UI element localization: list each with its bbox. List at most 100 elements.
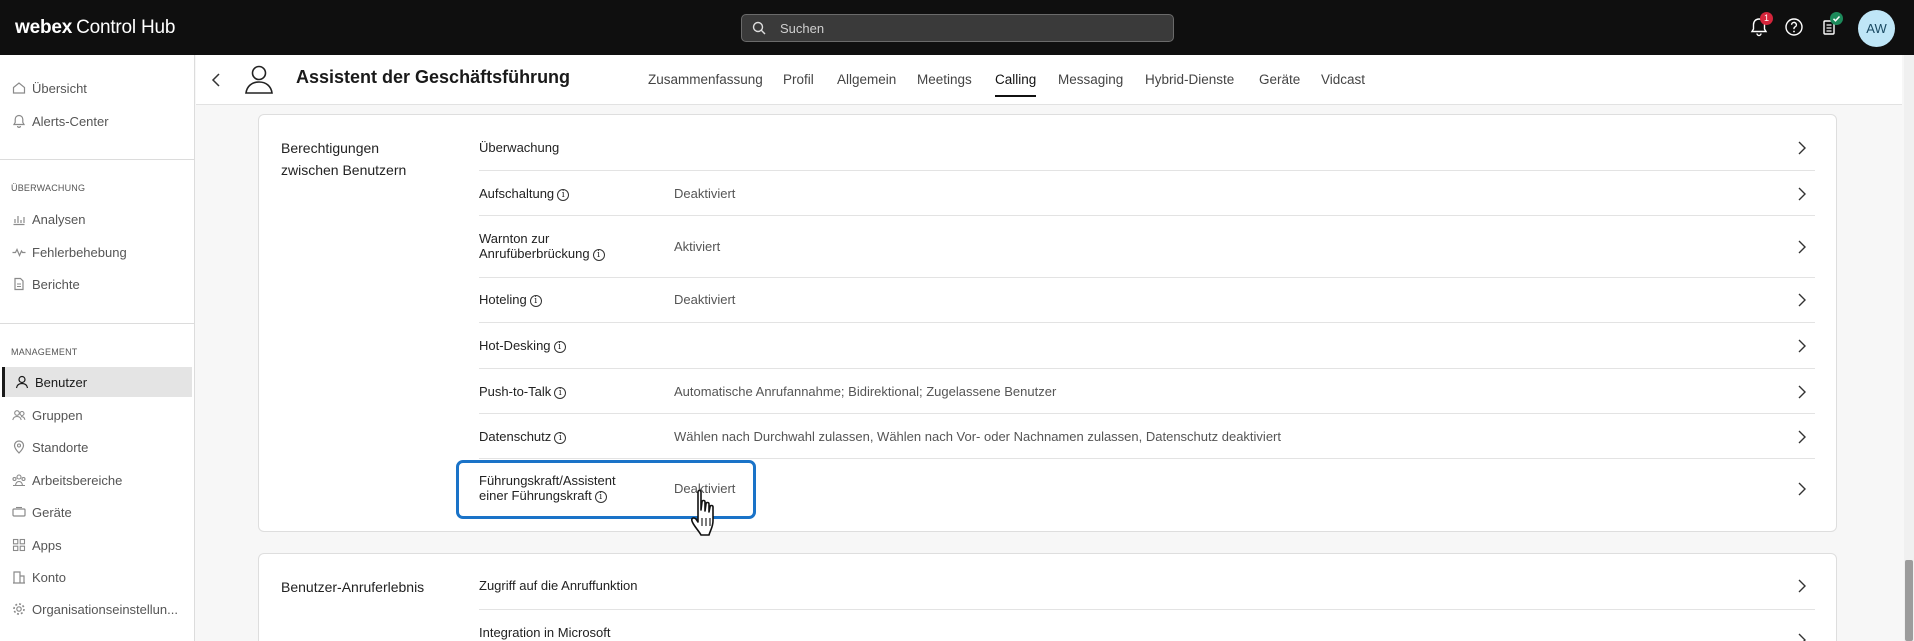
tab-general[interactable]: Allgemein bbox=[837, 72, 896, 87]
sidebar: Übersicht Alerts-Center ÜBERWACHUNG Anal… bbox=[0, 55, 195, 641]
card-title: Benutzer-Anruferlebnis bbox=[281, 579, 425, 595]
sidebar-item-label: Organisationseinstellun... bbox=[32, 602, 178, 617]
row-label: Führungskraft/Assistent einer Führungskr… bbox=[479, 473, 616, 503]
sidebar-item-alerts-center[interactable]: Alerts-Center bbox=[0, 106, 190, 136]
chart-icon bbox=[13, 216, 25, 226]
sidebar-item-overview[interactable]: Übersicht bbox=[0, 73, 190, 103]
info-icon[interactable]: i bbox=[529, 295, 542, 307]
row-value: Wählen nach Durchwahl zulassen, Wählen n… bbox=[674, 429, 1281, 444]
chevron-right-icon bbox=[1798, 579, 1806, 593]
sidebar-item-label: Fehlerbehebung bbox=[32, 245, 127, 260]
tab-hybrid-services[interactable]: Hybrid-Dienste bbox=[1145, 72, 1234, 87]
user-icon bbox=[15, 375, 29, 389]
tab-summary[interactable]: Zusammenfassung bbox=[648, 72, 763, 87]
search-box[interactable] bbox=[741, 14, 1174, 42]
check-icon bbox=[1832, 15, 1841, 22]
sidebar-item-account[interactable]: Konto bbox=[0, 562, 190, 592]
settings-row-hot-desking[interactable]: Hot-Desking i bbox=[479, 323, 1815, 369]
card-title: Berechtigungen zwischen Benutzern bbox=[281, 140, 407, 178]
settings-row-push-to-talk[interactable]: Push-to-Talk i Automatische Anrufannahme;… bbox=[479, 369, 1815, 414]
row-value: Deaktiviert bbox=[674, 186, 736, 201]
sidebar-item-apps[interactable]: Apps bbox=[0, 530, 190, 560]
sidebar-item-locations[interactable]: Standorte bbox=[0, 432, 190, 462]
row-label: Aufschaltung i bbox=[479, 186, 570, 201]
info-icon[interactable]: i bbox=[557, 189, 570, 201]
chevron-right-icon bbox=[1798, 293, 1806, 307]
user-avatar-icon bbox=[245, 65, 273, 94]
user-avatar[interactable]: AW bbox=[1858, 10, 1895, 47]
help-icon[interactable] bbox=[1783, 16, 1805, 38]
sidebar-item-devices[interactable]: Geräte bbox=[0, 497, 190, 527]
chevron-right-icon bbox=[1798, 385, 1806, 399]
settings-row-privacy[interactable]: Datenschutz i Wählen nach Durchwahl zulas… bbox=[479, 414, 1815, 459]
settings-row-microsoft-integration[interactable]: Integration in Microsoft bbox=[479, 610, 1815, 641]
tab-messaging[interactable]: Messaging bbox=[1058, 72, 1123, 87]
row-label: Datenschutz i bbox=[479, 429, 567, 444]
info-icon[interactable]: i bbox=[594, 491, 607, 503]
sidebar-item-label: Alerts-Center bbox=[32, 114, 109, 129]
document-icon bbox=[14, 277, 24, 291]
hand-pointer-icon bbox=[691, 489, 714, 536]
chevron-right-icon bbox=[1798, 141, 1806, 155]
page-title: Assistent der Geschäftsführung bbox=[296, 67, 571, 87]
tab-vidcast[interactable]: Vidcast bbox=[1321, 72, 1365, 87]
bell-icon bbox=[12, 114, 26, 128]
location-icon bbox=[13, 440, 25, 454]
settings-row-hoteling[interactable]: Hoteling i Deaktiviert bbox=[479, 278, 1815, 323]
settings-row-executive-assistant[interactable]: Führungskraft/Assistent einer Führungskr… bbox=[479, 459, 1815, 521]
sidebar-item-users[interactable]: Benutzer bbox=[2, 367, 192, 397]
device-icon bbox=[12, 506, 26, 517]
page-scrollbar[interactable] bbox=[1904, 55, 1914, 641]
workspace-icon bbox=[12, 474, 26, 487]
search-input[interactable] bbox=[780, 18, 1160, 38]
row-value: Aktiviert bbox=[674, 239, 721, 254]
row-label: Überwachung bbox=[479, 140, 560, 155]
sidebar-item-reports[interactable]: Berichte bbox=[0, 269, 190, 299]
chevron-right-icon bbox=[1798, 187, 1806, 201]
tab-calling[interactable]: Calling bbox=[995, 72, 1037, 97]
sidebar-item-analytics[interactable]: Analysen bbox=[0, 204, 190, 234]
info-icon[interactable]: i bbox=[554, 387, 567, 399]
scrollbar-thumb[interactable] bbox=[1905, 560, 1913, 641]
chevron-right-icon bbox=[1798, 482, 1806, 496]
sidebar-item-groups[interactable]: Gruppen bbox=[0, 400, 190, 430]
sidebar-divider bbox=[0, 159, 195, 160]
sidebar-item-org-settings[interactable]: Organisationseinstellun... bbox=[0, 594, 190, 624]
row-value: Automatische Anrufannahme; Bidirektional… bbox=[674, 384, 1057, 399]
sidebar-item-label: Übersicht bbox=[32, 81, 87, 96]
gear-icon bbox=[13, 603, 25, 615]
row-label: Warnton zur Anrufüberbrückung i bbox=[479, 231, 619, 261]
chevron-right-icon bbox=[1798, 430, 1806, 444]
sidebar-item-workspaces[interactable]: Arbeitsbereiche bbox=[0, 465, 190, 495]
tab-devices[interactable]: Geräte bbox=[1259, 72, 1300, 87]
sidebar-item-label: Benutzer bbox=[35, 375, 88, 390]
row-value: Deaktiviert bbox=[674, 292, 736, 307]
top-bar: webexControl Hub 1 AW bbox=[0, 0, 1914, 55]
back-chevron-icon[interactable] bbox=[210, 71, 222, 89]
row-label: Integration in Microsoft bbox=[479, 625, 611, 640]
tab-meetings[interactable]: Meetings bbox=[917, 72, 972, 87]
info-icon[interactable]: i bbox=[554, 432, 567, 444]
sidebar-item-troubleshooting[interactable]: Fehlerbehebung bbox=[0, 237, 190, 267]
caller-experience-card: Benutzer-Anruferlebnis Zugriff auf die A… bbox=[258, 553, 1837, 641]
brand-logo[interactable]: webex Control Hub bbox=[15, 17, 175, 39]
chevron-right-icon bbox=[1798, 240, 1806, 254]
group-icon bbox=[12, 410, 26, 421]
sidebar-section-monitoring: ÜBERWACHUNG bbox=[11, 183, 86, 193]
sidebar-item-label: Konto bbox=[32, 570, 66, 585]
search-icon bbox=[752, 21, 766, 35]
permissions-card: Berechtigungen zwischen Benutzern Überwa… bbox=[258, 114, 1837, 532]
info-icon[interactable]: i bbox=[553, 341, 566, 353]
sidebar-item-label: Geräte bbox=[32, 505, 72, 520]
sidebar-item-label: Arbeitsbereiche bbox=[32, 473, 123, 488]
sidebar-item-label: Berichte bbox=[32, 277, 80, 292]
settings-row-barge-in[interactable]: Aufschaltung i Deaktiviert bbox=[479, 171, 1815, 216]
sidebar-item-label: Analysen bbox=[32, 212, 86, 227]
settings-row-monitoring[interactable]: Überwachung bbox=[479, 115, 1815, 171]
apps-icon bbox=[12, 538, 26, 552]
settings-row-bridge-tone[interactable]: Warnton zur Anrufüberbrückung i Aktiviert bbox=[479, 216, 1815, 278]
pulse-icon bbox=[12, 248, 26, 258]
info-icon[interactable]: i bbox=[592, 249, 605, 261]
settings-row-call-feature-access[interactable]: Zugriff auf die Anruffunktion bbox=[479, 554, 1815, 610]
tab-profile[interactable]: Profil bbox=[783, 72, 814, 87]
